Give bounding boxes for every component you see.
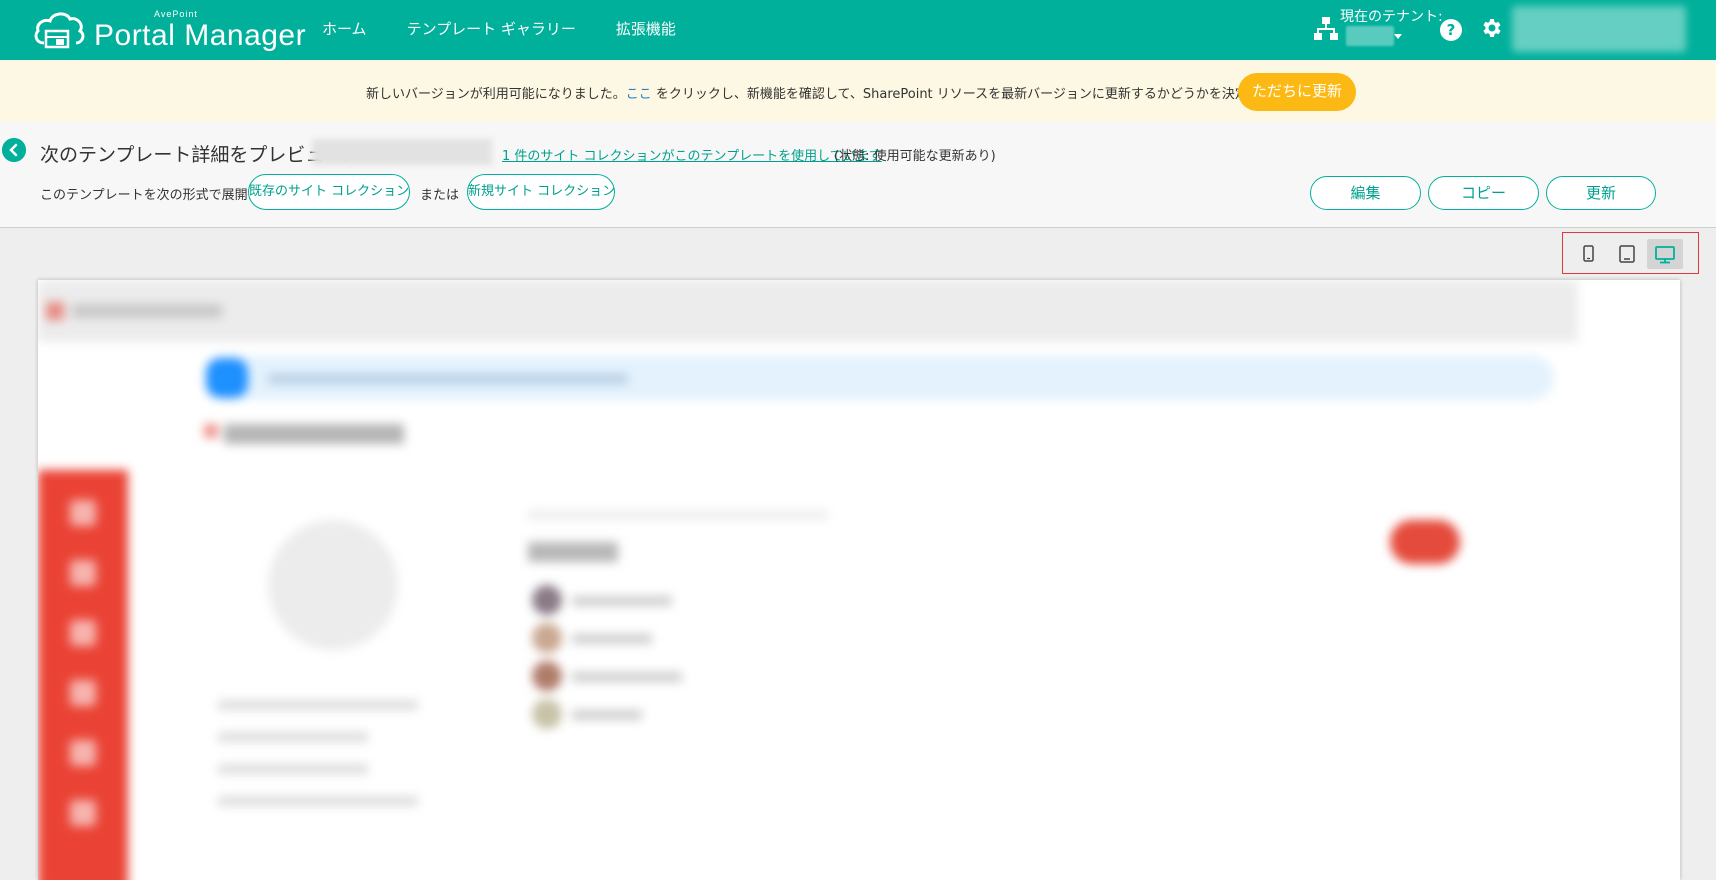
template-preview-frame — [38, 280, 1680, 880]
main-nav: ホーム テンプレート ギャラリー 拡張機能 — [322, 18, 676, 39]
preview-avatar — [532, 623, 562, 653]
template-usage-link[interactable]: 1 件のサイト コレクションがこのテンプレートを使用しています — [502, 145, 882, 164]
banner-here-link[interactable]: ここ — [626, 87, 652, 102]
gear-icon[interactable] — [1479, 16, 1503, 40]
preview-text-line — [218, 796, 418, 806]
back-arrow-icon[interactable] — [2, 138, 26, 162]
preview-rail-icon — [70, 740, 96, 766]
nav-item-home[interactable]: ホーム — [322, 18, 367, 39]
deploy-label: このテンプレートを次の形式で展開: — [40, 188, 252, 203]
tenant-label: 現在のテナント: — [1340, 9, 1443, 25]
template-name-redacted — [312, 139, 492, 165]
preview-text-line — [218, 764, 368, 774]
banner-text-before: 新しいバージョンが利用可能になりました。 — [366, 87, 626, 102]
tablet-view-button[interactable] — [1609, 239, 1645, 269]
preview-profile-image — [268, 520, 398, 650]
preview-heading-icon — [204, 424, 218, 438]
preview-rail-icon — [70, 620, 96, 646]
template-status: (状態: 使用可能な更新あり) — [834, 149, 996, 164]
tenant-hierarchy-icon — [1314, 17, 1338, 40]
new-site-collection-button[interactable]: 新規サイト コレクション — [467, 174, 615, 210]
preview-top-bar — [38, 280, 1578, 342]
update-now-button[interactable]: ただちに更新 — [1238, 73, 1356, 111]
preview-rail-icon — [70, 560, 96, 586]
help-icon[interactable]: ? — [1440, 19, 1462, 41]
template-preview-title: 次のテンプレート詳細をプレビュー: — [40, 144, 350, 166]
preview-avatar — [532, 585, 562, 615]
desktop-view-button[interactable] — [1647, 239, 1683, 269]
template-header: 次のテンプレート詳細をプレビュー: 1 件のサイト コレクションがこのテンプレー… — [0, 122, 1716, 228]
desktop-monitor-icon — [1655, 246, 1675, 264]
tablet-icon — [1619, 245, 1635, 263]
preview-rail-icon — [70, 500, 96, 526]
preview-text-line — [218, 732, 368, 742]
product-name: Portal Manager — [94, 19, 307, 52]
update-banner: 新しいバージョンが利用可能になりました。ここ をクリックし、新機能を確認して、S… — [0, 60, 1716, 122]
blurred-preview-content — [38, 280, 1680, 880]
preview-avatar-text — [572, 634, 652, 644]
cloud-logo-icon — [34, 12, 85, 49]
mobile-view-button[interactable] — [1571, 239, 1607, 269]
device-view-toggle — [1562, 232, 1699, 274]
nav-item-template-gallery[interactable]: テンプレート ギャラリー — [407, 18, 576, 39]
user-account-menu[interactable] — [1512, 6, 1686, 52]
tenant-value[interactable] — [1346, 26, 1394, 46]
preview-alert-icon — [206, 358, 248, 398]
preview-avatar-text — [572, 596, 672, 606]
banner-message: 新しいバージョンが利用可能になりました。ここ をクリックし、新機能を確認して、S… — [366, 83, 1338, 102]
nav-item-extensions[interactable]: 拡張機能 — [616, 18, 676, 39]
update-button[interactable]: 更新 — [1546, 176, 1656, 210]
preview-avatar-text — [572, 710, 642, 720]
preview-red-badge — [1390, 520, 1460, 564]
or-label: または — [420, 188, 460, 203]
existing-site-collection-button[interactable]: 既存のサイト コレクション — [248, 174, 410, 210]
tenant-dropdown-icon[interactable] — [1394, 34, 1402, 39]
preview-avatar — [532, 661, 562, 691]
preview-section-title — [528, 542, 618, 562]
preview-avatar-text — [572, 672, 682, 682]
preview-heading — [224, 424, 404, 444]
preview-rail-icon — [70, 800, 96, 826]
edit-button[interactable]: 編集 — [1310, 176, 1421, 210]
preview-side-rail — [38, 470, 128, 880]
preview-rail-icon — [70, 680, 96, 706]
mobile-icon — [1583, 245, 1594, 262]
preview-site-title — [72, 304, 222, 318]
preview-alert-text — [268, 374, 628, 384]
preview-avatar — [532, 699, 562, 729]
app-logo[interactable]: AvePoint Portal Manager — [32, 7, 306, 51]
top-bar: AvePoint Portal Manager ホーム テンプレート ギャラリー… — [0, 0, 1716, 60]
copy-button[interactable]: コピー — [1428, 176, 1539, 210]
brand-name: AvePoint — [154, 9, 198, 19]
banner-text-after: をクリックし、新機能を確認して、SharePoint リソースを最新バージョンに… — [651, 87, 1339, 102]
preview-text-line — [218, 700, 418, 710]
preview-logo — [46, 302, 64, 320]
preview-text-line — [528, 510, 828, 520]
